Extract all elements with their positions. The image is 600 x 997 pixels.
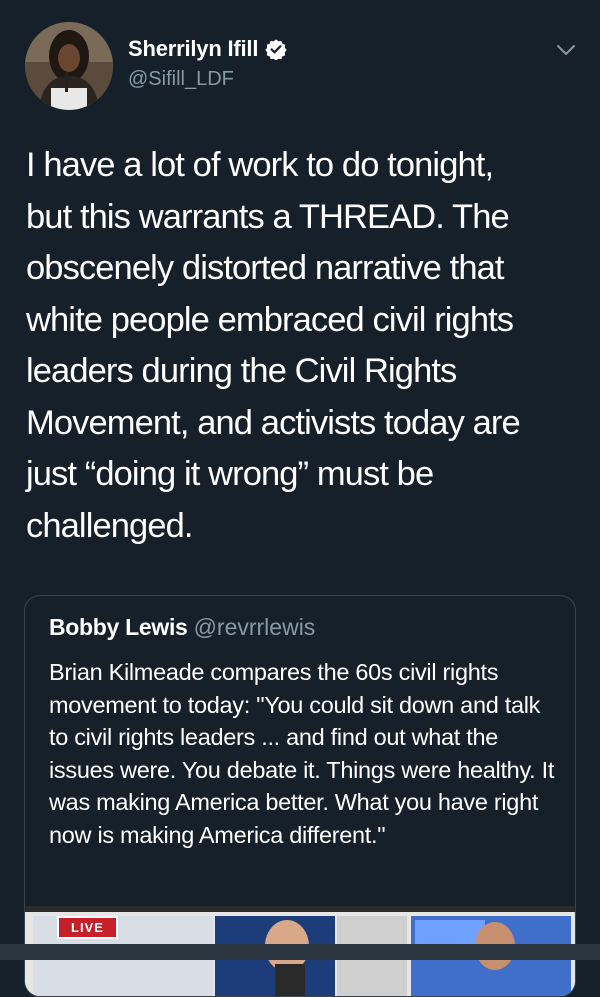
live-badge: LIVE [57, 916, 118, 939]
author-avatar[interactable] [25, 22, 113, 110]
avatar-photo-icon [25, 22, 113, 110]
quoted-author-handle: @revrrlewis [193, 614, 316, 640]
author-display-name[interactable]: Sherrilyn Ifill [128, 36, 287, 62]
tweet-text: I have a lot of work to do tonight, but … [26, 146, 521, 545]
quoted-tweet-card[interactable]: Bobby Lewis @revrrlewis Brian Kilmeade co… [24, 595, 576, 997]
author-name-text: Sherrilyn Ifill [128, 36, 259, 61]
author-handle[interactable]: @Sifill_LDF [128, 68, 234, 91]
chevron-down-icon[interactable] [553, 40, 579, 60]
quoted-author-name: Bobby Lewis [49, 614, 188, 640]
quoted-tweet-header: Bobby Lewis @revrrlewis [49, 614, 315, 641]
bottom-bar [0, 944, 600, 960]
quoted-tweet-text: Brian Kilmeade compares the 60s civil ri… [49, 659, 555, 848]
tweet: Sherrilyn Ifill @Sifill_LDF I have a lot… [0, 0, 600, 997]
verified-badge-icon [265, 39, 287, 60]
